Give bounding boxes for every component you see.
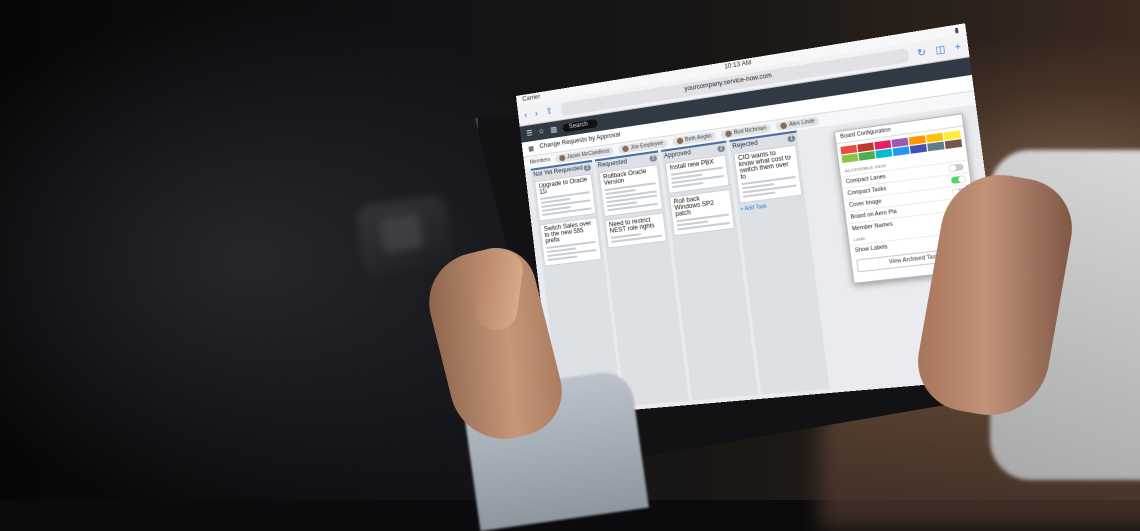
members-label: Members <box>530 157 551 166</box>
menu-icon[interactable]: ☰ <box>526 129 533 138</box>
share-icon[interactable]: ⇪ <box>545 105 554 117</box>
color-swatch[interactable] <box>927 142 944 152</box>
task-card-title: Need to restrict NEST role rights <box>609 216 662 235</box>
task-card[interactable]: Roll back Windows SP2 patch <box>669 189 735 236</box>
task-card[interactable]: CIO wants to know what cost to switch th… <box>733 145 802 204</box>
avatar <box>725 130 732 137</box>
task-card[interactable]: Rollback Oracle Version <box>599 164 664 217</box>
lane-count-badge: 1 <box>787 135 795 142</box>
task-card[interactable]: Install new PBX <box>665 154 730 194</box>
color-swatch[interactable] <box>910 144 927 154</box>
toggle-switch[interactable] <box>951 176 966 184</box>
task-card[interactable]: Need to restrict NEST role rights <box>604 212 667 248</box>
color-swatch[interactable] <box>858 151 875 161</box>
lane-count-badge: 2 <box>717 145 725 152</box>
battery-icon: ▮ <box>954 26 959 34</box>
boards-icon[interactable]: ▥ <box>550 125 557 134</box>
color-swatch[interactable] <box>875 149 892 159</box>
toggle-switch[interactable] <box>949 163 964 171</box>
reload-icon[interactable]: ↻ <box>916 46 926 59</box>
color-swatch[interactable] <box>893 146 910 156</box>
back-icon[interactable]: ‹ <box>524 110 528 120</box>
board-icon: ▦ <box>528 144 534 152</box>
search-input[interactable]: Search <box>562 119 598 132</box>
avatar <box>559 155 566 162</box>
new-tab-icon[interactable]: + <box>954 41 962 53</box>
task-card[interactable]: Upgrade to Oracle 11i <box>534 173 596 221</box>
lane-count-badge: 2 <box>584 164 592 171</box>
color-swatch[interactable] <box>945 139 962 149</box>
avatar <box>676 137 683 144</box>
star-icon[interactable]: ☆ <box>538 127 545 136</box>
lane-count-badge: 2 <box>649 155 657 162</box>
avatar <box>622 145 629 152</box>
task-card[interactable]: Switch Sales over to the new 555 prefix <box>539 217 602 267</box>
avatar <box>780 122 787 129</box>
color-swatch[interactable] <box>842 153 859 163</box>
forward-icon[interactable]: › <box>534 108 538 118</box>
bookmarks-icon[interactable]: ◫ <box>935 43 947 57</box>
